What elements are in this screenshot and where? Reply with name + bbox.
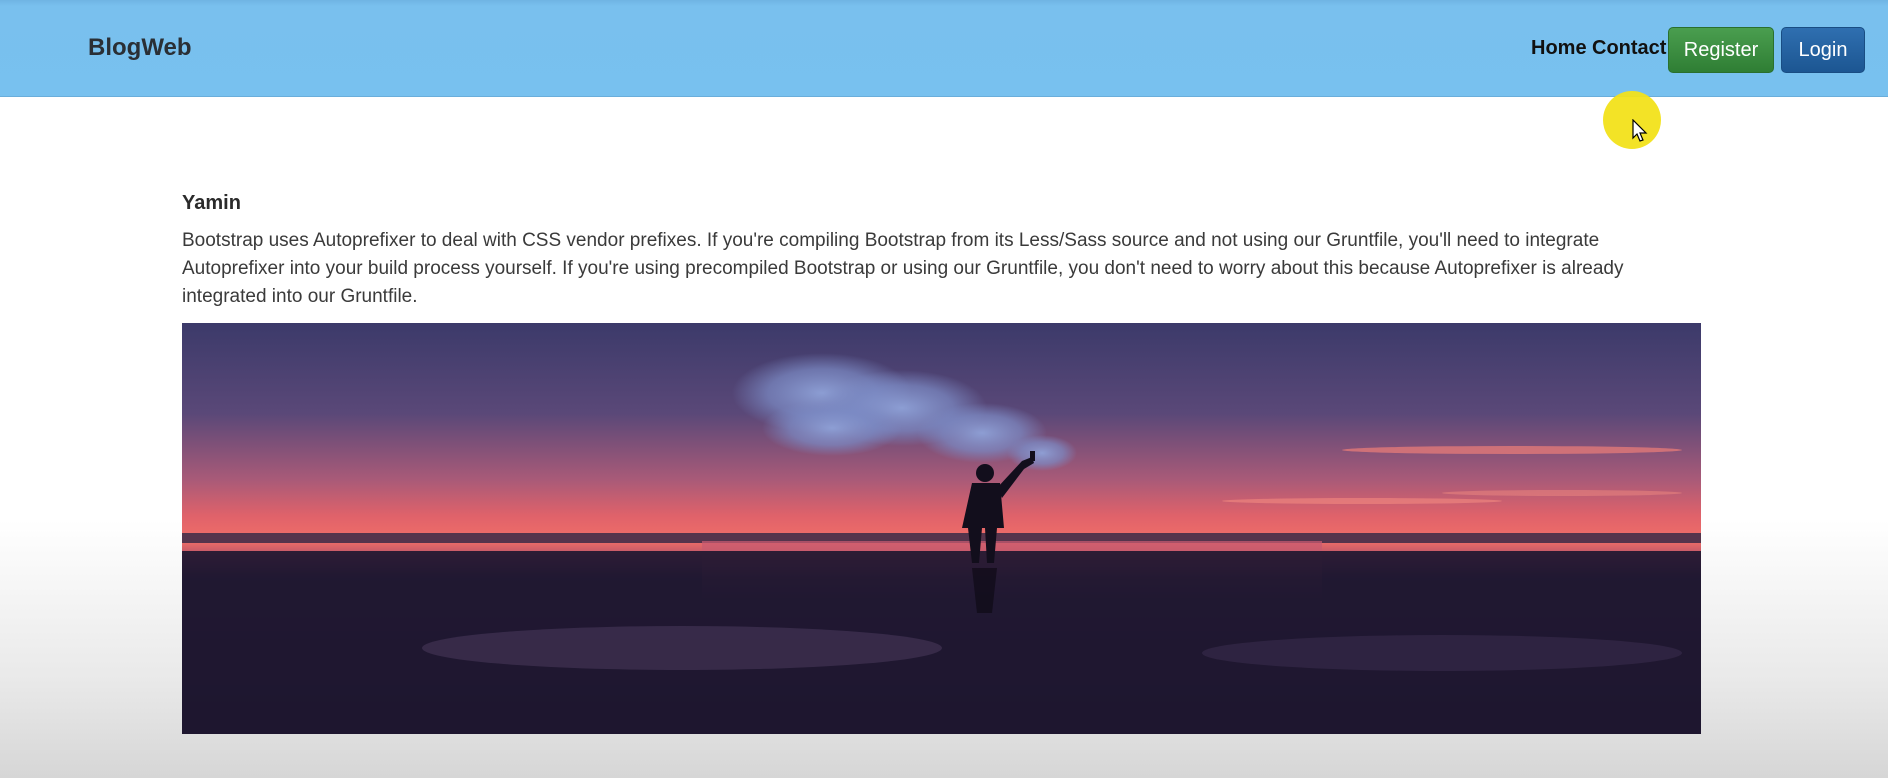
brand-logo[interactable]: BlogWeb: [88, 34, 192, 62]
blog-post: Yamin Bootstrap uses Autoprefixer to dea…: [182, 192, 1702, 311]
nav-link-contact[interactable]: Contact: [1592, 37, 1666, 60]
post-body: Bootstrap uses Autoprefixer to deal with…: [182, 230, 1624, 307]
nav-link-home[interactable]: Home: [1531, 37, 1587, 60]
login-button[interactable]: Login: [1781, 27, 1865, 73]
navbar: BlogWeb Home Contact Register Login: [0, 0, 1888, 97]
mouse-pointer-icon: [1632, 119, 1648, 142]
sunset-smoke-silhouette-image: [182, 323, 1701, 734]
register-button[interactable]: Register: [1668, 27, 1774, 73]
post-image: [182, 323, 1701, 734]
post-author: Yamin: [182, 192, 241, 214]
